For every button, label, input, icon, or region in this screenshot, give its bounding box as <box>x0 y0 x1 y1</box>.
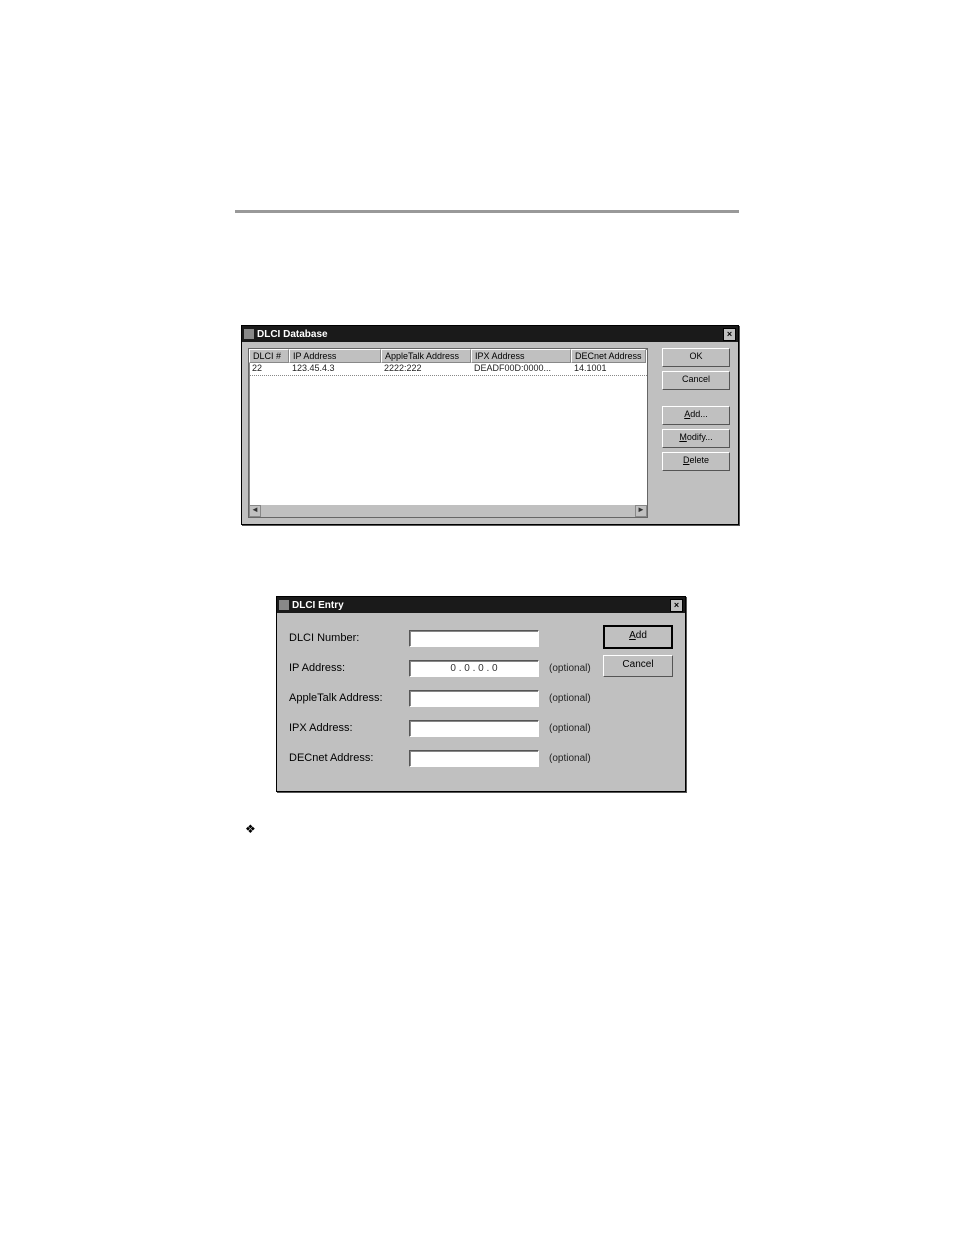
appletalk-address-field[interactable] <box>409 690 539 707</box>
horizontal-scrollbar[interactable]: ◄ ► <box>249 505 647 517</box>
ip-address-field[interactable]: 0 . 0 . 0 . 0 <box>409 660 539 677</box>
cell-dlci: 22 <box>249 363 289 375</box>
dlci-entry-dialog: DLCI Entry × DLCI Number: IP Address: 0 … <box>276 596 686 792</box>
scroll-left-icon[interactable]: ◄ <box>249 505 261 517</box>
scroll-right-icon[interactable]: ► <box>635 505 647 517</box>
horizontal-rule <box>235 210 739 213</box>
optional-label: (optional) <box>549 663 591 674</box>
titlebar[interactable]: DLCI Database × <box>242 326 738 342</box>
optional-label: (optional) <box>549 753 591 764</box>
cell-appletalk: 2222:222 <box>381 363 471 375</box>
add-button[interactable]: Add... <box>662 406 730 425</box>
cancel-button[interactable]: Cancel <box>662 371 730 390</box>
label-ip-address: IP Address: <box>289 662 409 674</box>
app-icon <box>244 329 254 339</box>
dlci-number-field[interactable] <box>409 630 539 647</box>
dlci-list[interactable]: DLCI # IP Address AppleTalk Address IPX … <box>248 348 648 518</box>
cell-decnet: 14.1001 <box>571 363 646 375</box>
col-header-ip[interactable]: IP Address <box>289 349 381 363</box>
bullet-icon: ❖ <box>245 822 256 836</box>
col-header-appletalk[interactable]: AppleTalk Address <box>381 349 471 363</box>
titlebar[interactable]: DLCI Entry × <box>277 597 685 613</box>
label-decnet-address: DECnet Address: <box>289 752 409 764</box>
app-icon <box>279 600 289 610</box>
table-row[interactable]: 22 123.45.4.3 2222:222 DEADF00D:0000... … <box>249 363 647 376</box>
add-button[interactable]: Add <box>603 625 673 649</box>
col-header-dlci[interactable]: DLCI # <box>249 349 289 363</box>
optional-label: (optional) <box>549 723 591 734</box>
col-header-decnet[interactable]: DECnet Address <box>571 349 646 363</box>
col-header-ipx[interactable]: IPX Address <box>471 349 571 363</box>
close-icon[interactable]: × <box>670 599 683 612</box>
delete-button[interactable]: Delete <box>662 452 730 471</box>
list-header: DLCI # IP Address AppleTalk Address IPX … <box>249 349 647 363</box>
window-title: DLCI Entry <box>292 600 344 611</box>
ipx-address-field[interactable] <box>409 720 539 737</box>
cell-ip: 123.45.4.3 <box>289 363 381 375</box>
cell-ipx: DEADF00D:0000... <box>471 363 571 375</box>
dlci-database-dialog: DLCI Database × DLCI # IP Address AppleT… <box>241 325 739 525</box>
ok-button[interactable]: OK <box>662 348 730 367</box>
optional-label: (optional) <box>549 693 591 704</box>
cancel-button[interactable]: Cancel <box>603 655 673 677</box>
label-ipx-address: IPX Address: <box>289 722 409 734</box>
close-icon[interactable]: × <box>723 328 736 341</box>
modify-button[interactable]: Modify... <box>662 429 730 448</box>
label-dlci-number: DLCI Number: <box>289 632 409 644</box>
label-appletalk-address: AppleTalk Address: <box>289 692 409 704</box>
window-title: DLCI Database <box>257 329 328 340</box>
decnet-address-field[interactable] <box>409 750 539 767</box>
